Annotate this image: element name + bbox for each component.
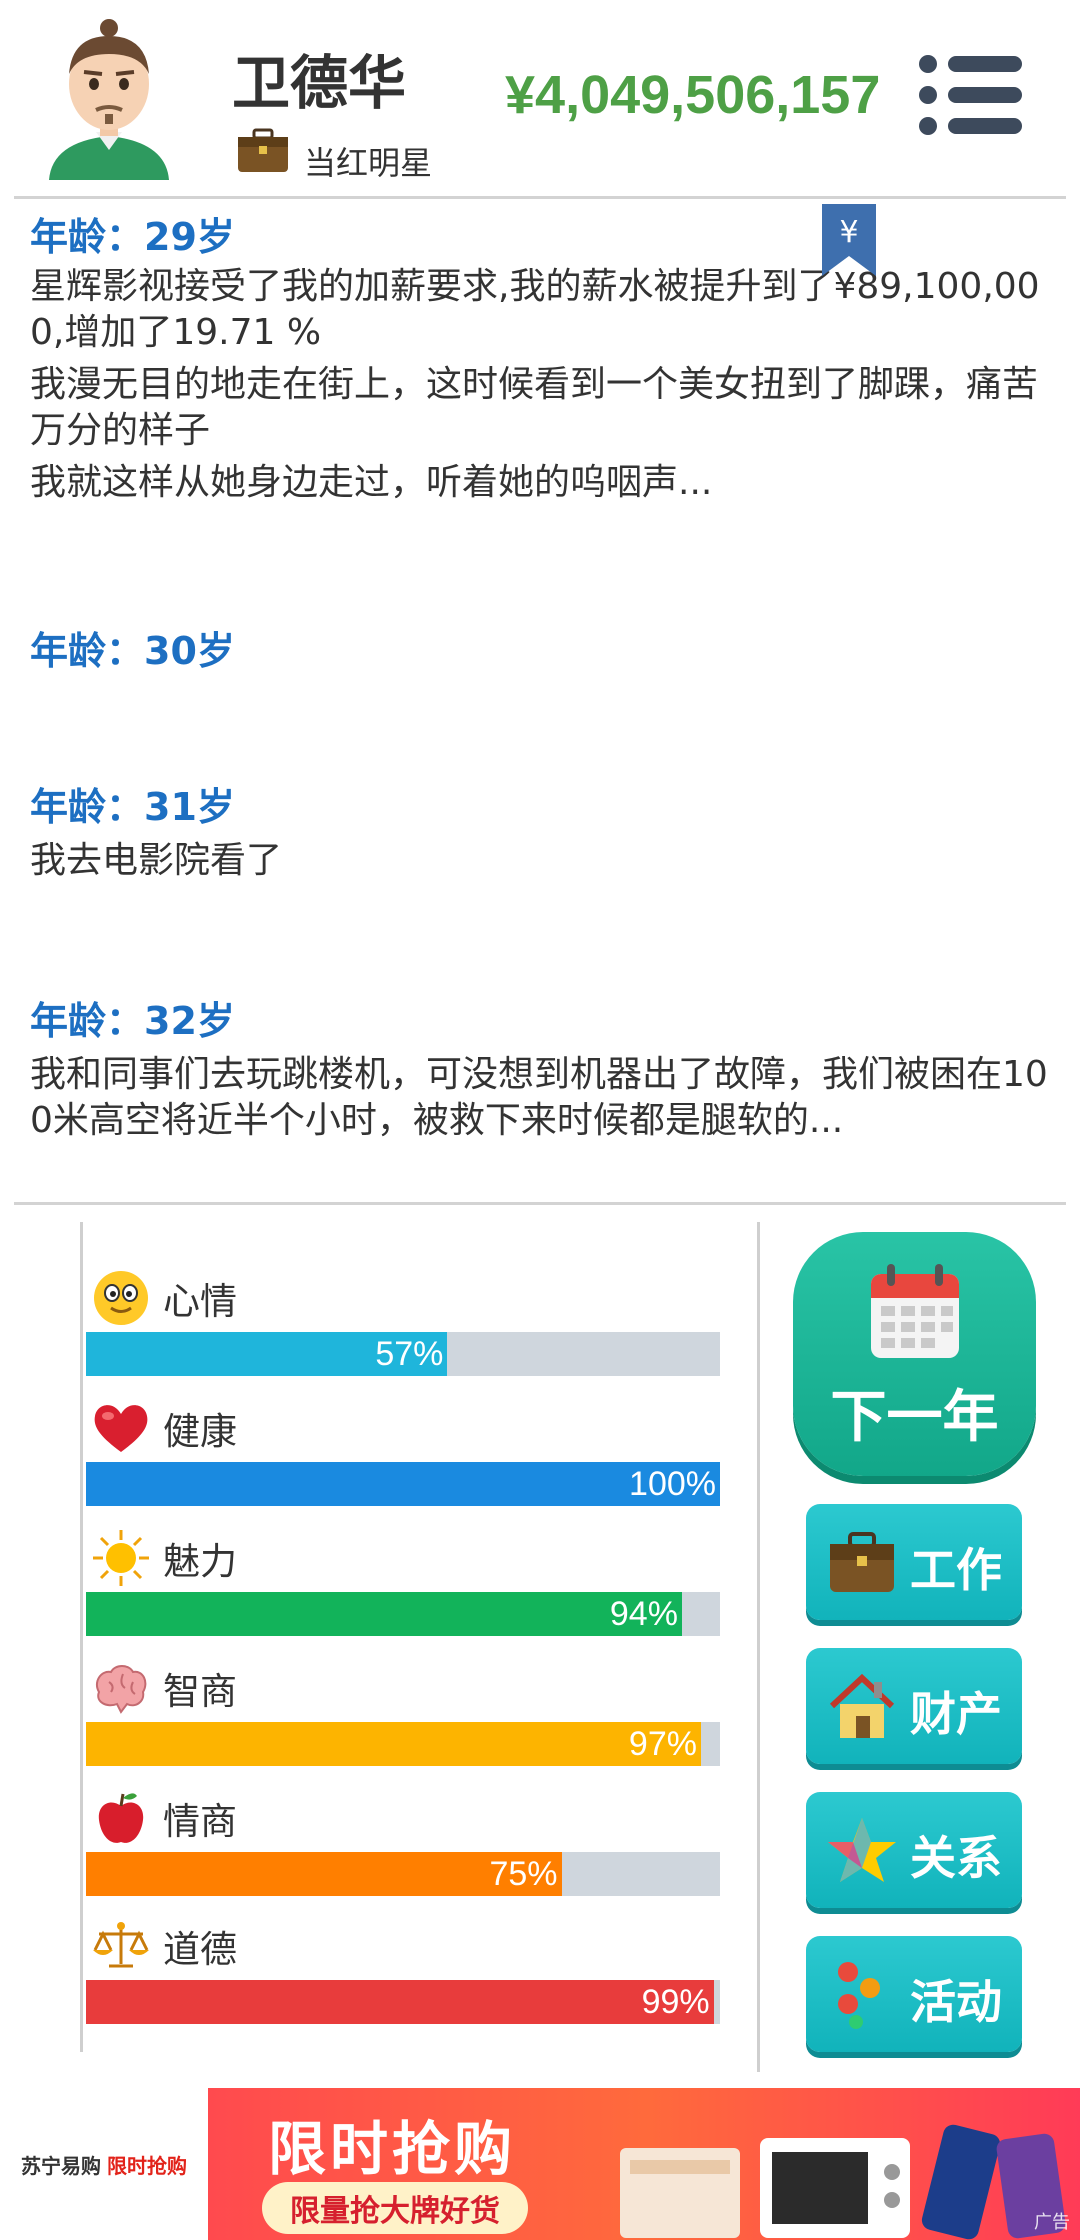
log-entry: 年龄：32岁 我和同事们去玩跳楼机，可没想到机器出了故障，我们被困在100米高空… (30, 996, 1050, 1144)
stat-value: 75% (489, 1855, 558, 1893)
stat-bar: 75% (86, 1852, 720, 1896)
player-name: 卫德华 (232, 49, 407, 117)
ad-mark: 广告 (1034, 2212, 1070, 2233)
ad-products-image (620, 2124, 1066, 2240)
heart-icon (94, 1405, 148, 1452)
stat-bar: 57% (86, 1332, 720, 1376)
ad-banner[interactable]: 苏宁易购 限时抢购 限时抢购 限量抢大牌好货 广告 (0, 2088, 1080, 2240)
log-line: 我就这样从她身边走过，听着她的呜咽声... (30, 462, 713, 503)
stat-bar-fill: 97% (86, 1722, 701, 1766)
log-entry: 年龄：31岁 我去电影院看了 (30, 782, 1050, 884)
ad-tag: 限时抢购 (107, 2153, 187, 2178)
property-button[interactable]: 财产 (806, 1648, 1022, 1764)
log-entry: 年龄：29岁 星辉影视接受了我的加薪要求,我的薪水被提升到了¥89,100,00… (30, 212, 1050, 506)
sun-icon (93, 1530, 149, 1586)
panel-separator (757, 1222, 760, 2072)
stat-value: 94% (609, 1595, 678, 1633)
activities-label: 活动 (910, 1975, 1002, 2029)
briefcase-icon (238, 128, 288, 172)
relations-label: 关系 (910, 1831, 1002, 1885)
next-year-button[interactable]: 下一年 (793, 1232, 1036, 1476)
stat-bar: 100% (86, 1462, 720, 1506)
stat-value: 97% (628, 1725, 697, 1763)
log-line: 星辉影视接受了我的加薪要求,我的薪水被提升到了¥89,100,000,增加了19… (30, 266, 1040, 353)
stat-bar-fill: 57% (86, 1332, 448, 1376)
ad-title: 限时抢购 (268, 2115, 517, 2183)
stat-label: 魅力 (163, 1540, 237, 1583)
stat-value: 57% (375, 1335, 444, 1373)
stats-panel: 心情 57% 健康 100% 魅力 94% 智商 97% 情商 75% 道德 9… (80, 1222, 720, 2052)
smiley-icon (94, 1271, 148, 1325)
activities-button[interactable]: 活动 (806, 1936, 1022, 2052)
stat-label: 智商 (163, 1670, 237, 1713)
work-label: 工作 (910, 1543, 1002, 1597)
stat-value: 100% (629, 1465, 716, 1503)
stat-label: 道德 (163, 1928, 237, 1971)
work-button[interactable]: 工作 (806, 1504, 1022, 1620)
next-year-label: 下一年 (830, 1385, 999, 1450)
money-bookmark-icon[interactable]: ¥ (822, 204, 876, 276)
header: 卫德华 当红明星 ¥4,049,506,157 (0, 0, 1080, 196)
ad-logo: 苏宁易购 限时抢购 (0, 2088, 208, 2240)
apple-icon (98, 1793, 144, 1843)
log-entry: 年龄：30岁 (30, 626, 1050, 676)
stat-bar: 97% (86, 1722, 720, 1766)
job-title: 当红明星 (304, 144, 433, 182)
age-label: 年龄：29岁 (30, 215, 235, 259)
ad-brand: 苏宁易购 (21, 2153, 101, 2178)
life-log[interactable]: 年龄：29岁 星辉影视接受了我的加薪要求,我的薪水被提升到了¥89,100,00… (0, 196, 1080, 1196)
bookmark-glyph: ¥ (839, 215, 858, 250)
stat-bar-fill: 100% (86, 1462, 720, 1506)
menu-button[interactable] (918, 54, 1024, 136)
activities-icon (838, 1962, 880, 2029)
property-label: 财产 (910, 1687, 1002, 1741)
briefcase-icon (830, 1532, 894, 1592)
stat-bar-fill: 99% (86, 1980, 714, 2024)
stat-bar-fill: 94% (86, 1592, 682, 1636)
stat-label: 心情 (163, 1280, 237, 1323)
star-icon (828, 1818, 896, 1882)
stat-label: 情商 (163, 1800, 237, 1843)
scales-icon (93, 1922, 149, 1968)
log-divider (14, 1202, 1066, 1205)
avatar[interactable] (44, 14, 174, 180)
log-line: 我去电影院看了 (30, 840, 283, 881)
age-label: 年龄：32岁 (30, 999, 235, 1043)
money-balance: ¥4,049,506,157 (505, 65, 881, 125)
ad-subtitle: 限量抢大牌好货 (262, 2182, 528, 2234)
relations-button[interactable]: 关系 (806, 1792, 1022, 1908)
brain-icon (95, 1665, 147, 1714)
stat-bar-fill: 75% (86, 1852, 562, 1896)
house-icon (829, 1673, 895, 1738)
stat-value: 99% (641, 1983, 710, 2021)
calendar-icon (871, 1264, 959, 1358)
log-line: 我和同事们去玩跳楼机，可没想到机器出了故障，我们被困在100米高空将近半个小时，… (30, 1054, 1048, 1141)
stat-label: 健康 (163, 1410, 237, 1453)
age-label: 年龄：30岁 (30, 629, 235, 673)
log-line: 我漫无目的地走在街上，这时候看到一个美女扭到了脚踝，痛苦万分的样子 (30, 364, 1039, 451)
stat-bar: 94% (86, 1592, 720, 1636)
age-label: 年龄：31岁 (30, 785, 235, 829)
stat-bar: 99% (86, 1980, 720, 2024)
